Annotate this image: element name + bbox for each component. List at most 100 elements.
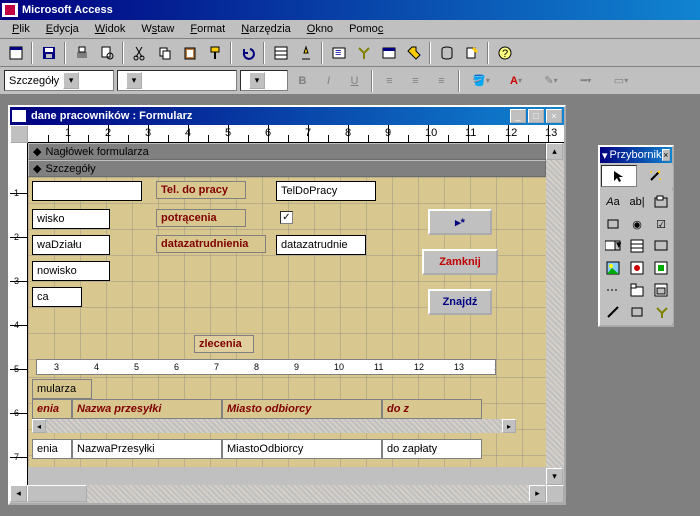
fill-color-button[interactable]: 🪣▾ — [465, 70, 497, 92]
view-button[interactable] — [4, 42, 27, 64]
tool-tab[interactable] — [625, 279, 649, 301]
toolbox-palette[interactable]: ▾ Przybornik × Aa ab| ◉ ☑ ▾ — [598, 145, 674, 327]
checkbox-potracenia[interactable]: ✓ — [280, 211, 293, 224]
tool-label[interactable]: Aa — [601, 191, 625, 213]
format-painter-button[interactable] — [203, 42, 226, 64]
size-grip[interactable] — [546, 485, 564, 503]
close-button[interactable]: × — [546, 109, 562, 123]
zamknij-button[interactable]: Zamknij — [422, 249, 498, 275]
font-color-button[interactable]: A▾ — [500, 70, 532, 92]
print-preview-button[interactable] — [95, 42, 118, 64]
menu-file[interactable]: PPliklik — [4, 21, 38, 37]
toolbox-titlebar[interactable]: ▾ Przybornik × — [600, 147, 672, 163]
dropdown-icon[interactable] — [126, 72, 142, 89]
tool-option[interactable]: ◉ — [625, 213, 649, 235]
sub-row-c4[interactable]: do zapłaty — [382, 439, 482, 459]
menu-help[interactable]: Pomoc — [341, 21, 391, 37]
label-zlecenia[interactable]: zlecenia — [194, 335, 254, 353]
tool-unbound-object[interactable] — [625, 257, 649, 279]
build-button[interactable] — [402, 42, 425, 64]
align-left-button[interactable]: ≡ — [378, 70, 401, 92]
underline-button[interactable]: U — [343, 70, 366, 92]
maximize-button[interactable]: □ — [528, 109, 544, 123]
label-datazatrudnienia[interactable]: datazatrudnienia — [156, 235, 266, 253]
sub-hdr-c3[interactable]: Miasto odbiorcy — [222, 399, 382, 419]
menu-tools[interactable]: Narzędzia — [233, 21, 299, 37]
dropdown-icon[interactable] — [63, 72, 79, 89]
detail-section-area[interactable]: wisko waDziału nowisko ca Tel. do pracy … — [28, 177, 546, 377]
cut-button[interactable] — [128, 42, 151, 64]
toolbox-close-button[interactable]: × — [662, 149, 671, 161]
tool-image[interactable] — [601, 257, 625, 279]
tool-textbox[interactable]: ab| — [625, 191, 649, 213]
field-datazatrudnie[interactable]: datazatrudnie — [276, 235, 366, 255]
field-blank[interactable] — [32, 181, 142, 201]
align-center-button[interactable]: ≡ — [404, 70, 427, 92]
menu-format[interactable]: Format — [182, 21, 233, 37]
tool-more[interactable] — [649, 301, 673, 323]
scroll-up-button[interactable]: ▴ — [546, 143, 563, 160]
sub-row-c2[interactable]: NazwaPrzesyłki — [72, 439, 222, 459]
label-tel-do-pracy[interactable]: Tel. do pracy — [156, 181, 246, 199]
subform-ruler[interactable]: 34567891011121314 — [36, 359, 496, 375]
new-record-button[interactable]: ▸* — [428, 209, 492, 235]
autoformat-button[interactable] — [294, 42, 317, 64]
sub-hdr-c4[interactable]: do z — [382, 399, 482, 419]
code-button[interactable]: ≡ — [327, 42, 350, 64]
form-hscroll[interactable]: ◂ ▸ — [10, 485, 564, 503]
bold-button[interactable]: B — [291, 70, 314, 92]
field-list-button[interactable] — [269, 42, 292, 64]
new-object-button[interactable] — [460, 42, 483, 64]
align-right-button[interactable]: ≡ — [430, 70, 453, 92]
subform-inner-hscroll[interactable]: ◂▸ — [32, 419, 516, 433]
tool-pointer[interactable] — [601, 165, 637, 187]
tool-pagebreak[interactable] — [601, 279, 625, 301]
field-wisko[interactable]: wisko — [32, 209, 110, 229]
font-size-combo[interactable] — [240, 70, 288, 91]
tool-rectangle[interactable] — [625, 301, 649, 323]
form-titlebar[interactable]: ▦ dane pracowników : Formularz _ □ × — [10, 107, 564, 125]
section-form-header[interactable]: ◆ Nagłówek formularza — [28, 143, 546, 160]
paste-button[interactable] — [178, 42, 201, 64]
menu-insert[interactable]: Wstaw — [133, 21, 182, 37]
print-button[interactable] — [70, 42, 93, 64]
sub-hdr-c2[interactable]: Nazwa przesyłki — [72, 399, 222, 419]
italic-button[interactable]: I — [317, 70, 340, 92]
sub-row-c3[interactable]: MiastoOdbiorcy — [222, 439, 382, 459]
line-width-button[interactable]: ━▾ — [570, 70, 602, 92]
menu-window[interactable]: Okno — [299, 21, 341, 37]
scroll-down-button[interactable]: ▾ — [546, 468, 563, 485]
minimize-button[interactable]: _ — [510, 109, 526, 123]
tool-option-group[interactable] — [649, 191, 673, 213]
special-effect-button[interactable]: ▭▾ — [605, 70, 637, 92]
tool-toggle[interactable] — [601, 213, 625, 235]
field-wadzialu[interactable]: waDziału — [32, 235, 110, 255]
properties-button[interactable] — [377, 42, 400, 64]
tool-combobox[interactable]: ▾ — [601, 235, 625, 257]
object-selector[interactable]: Szczegóły — [4, 70, 114, 91]
vertical-ruler[interactable]: 1234567 — [10, 143, 28, 485]
field-teldopracy[interactable]: TelDoPracy — [276, 181, 376, 201]
help-button[interactable]: ? — [493, 42, 516, 64]
toolbox-button[interactable] — [352, 42, 375, 64]
dropdown-icon[interactable] — [249, 72, 265, 89]
line-color-button[interactable]: ✎▾ — [535, 70, 567, 92]
tool-bound-object[interactable] — [649, 257, 673, 279]
scroll-left-button[interactable]: ◂ — [10, 485, 27, 502]
form-vscroll[interactable]: ▴ ▾ — [546, 143, 564, 485]
copy-button[interactable] — [153, 42, 176, 64]
sub-row-c1[interactable]: enia — [32, 439, 72, 459]
tool-line[interactable] — [601, 301, 625, 323]
section-detail[interactable]: ◆ Szczegóły — [28, 160, 546, 177]
ruler-corner[interactable] — [10, 125, 28, 143]
tool-listbox[interactable] — [625, 235, 649, 257]
save-button[interactable] — [37, 42, 60, 64]
subform-area[interactable]: mularza enia Nazwa przesyłki Miasto odbi… — [28, 377, 546, 467]
tool-button[interactable] — [649, 235, 673, 257]
menu-view[interactable]: Widok — [87, 21, 134, 37]
database-window-button[interactable] — [435, 42, 458, 64]
znajdz-button[interactable]: Znajdź — [428, 289, 492, 315]
label-potracenia[interactable]: potrącenia — [156, 209, 246, 227]
scroll-thumb[interactable] — [27, 485, 87, 502]
field-ca[interactable]: ca — [32, 287, 82, 307]
